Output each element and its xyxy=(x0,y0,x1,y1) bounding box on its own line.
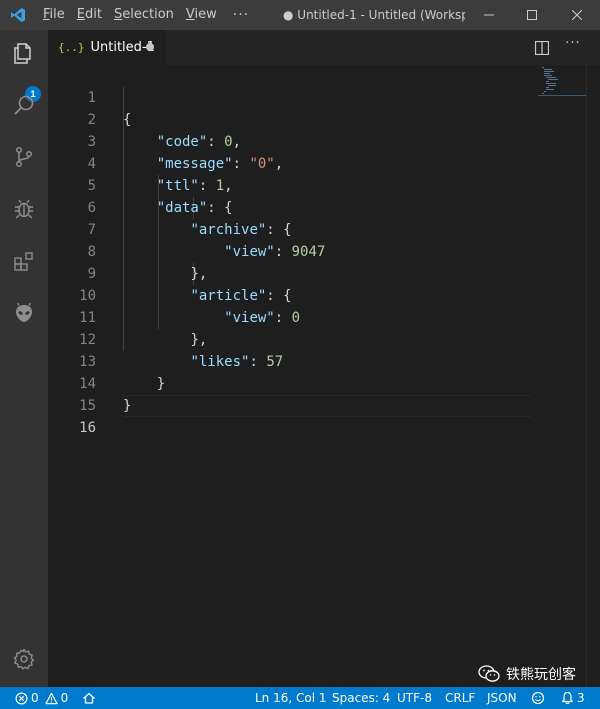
code-line: 15 xyxy=(48,373,530,414)
minimap[interactable] xyxy=(538,65,588,105)
menu-view-label: View xyxy=(185,7,217,22)
minimap-slider[interactable] xyxy=(538,95,586,96)
tab-untitled-1[interactable]: {..} Untitled-1 xyxy=(48,30,166,65)
window-title: ● Untitled-1 - Untitled (Worksp... xyxy=(283,8,465,22)
minimize-icon xyxy=(484,14,494,16)
menu-edit-label: Edit xyxy=(76,7,102,22)
code-line: 3 "message": "0", xyxy=(48,109,530,172)
menu-view[interactable]: View xyxy=(180,0,223,30)
menu-more-button[interactable]: ··· xyxy=(223,0,259,30)
code-line: 8 }, xyxy=(48,219,530,282)
language-mode[interactable]: JSON xyxy=(487,687,517,709)
maximize-icon xyxy=(527,10,537,20)
editor[interactable]: 1 { 2 "code": 0, 3 "message": "0", 4 "tt… xyxy=(48,65,600,687)
problems-indicator[interactable]: 0 0 xyxy=(15,687,68,709)
code-line: 4 "ttl": 1, xyxy=(48,131,530,194)
alien-icon[interactable] xyxy=(0,289,48,337)
bell-icon xyxy=(561,691,574,704)
settings-gear-icon[interactable] xyxy=(0,635,48,683)
more-actions-button[interactable]: ··· xyxy=(563,36,583,56)
remote-home-button[interactable] xyxy=(82,687,96,709)
line-number: 16 xyxy=(79,420,96,436)
close-button[interactable] xyxy=(554,0,600,30)
wechat-logo-icon xyxy=(478,665,500,682)
code-line: 7 "view": 9047 xyxy=(48,197,530,260)
code-line: 13 } xyxy=(48,329,530,392)
code-line: 12 "likes": 57 xyxy=(48,307,530,370)
menu-edit[interactable]: Edit xyxy=(71,0,108,30)
unsaved-dot-icon[interactable] xyxy=(146,43,154,51)
notification-count: 3 xyxy=(577,691,585,705)
code-line: 9 "article": { xyxy=(48,241,530,304)
code-line: 6 "archive": { xyxy=(48,175,530,238)
menu-file[interactable]: File xyxy=(37,0,71,30)
search-icon[interactable] xyxy=(0,81,48,129)
warning-count: 0 xyxy=(60,691,69,705)
maximize-button[interactable] xyxy=(509,0,555,30)
error-count: 0 xyxy=(31,691,39,705)
title-bar: File Edit Selection View ··· ● Untitled-… xyxy=(0,0,600,30)
close-icon xyxy=(572,10,582,20)
code-line: 2 "code": 0, xyxy=(48,87,530,150)
json-file-icon: {..} xyxy=(58,41,85,54)
watermark: 铁熊玩创客 xyxy=(478,663,576,685)
source-control-icon[interactable] xyxy=(0,133,48,181)
status-bar: 0 0 Ln 16, Col 1 Spaces: 4 UTF-8 CRLF JS… xyxy=(0,687,600,709)
code-line: 11 }, xyxy=(48,285,530,348)
extensions-icon[interactable] xyxy=(0,237,48,285)
code-line: 1 { xyxy=(48,65,530,128)
vertical-scrollbar[interactable] xyxy=(586,65,600,687)
feedback-button[interactable] xyxy=(531,687,545,709)
debug-icon[interactable] xyxy=(0,185,48,233)
menu-file-label: File xyxy=(43,7,65,22)
tab-bar: {..} Untitled-1 ··· xyxy=(48,30,600,65)
notifications-button[interactable]: 3 xyxy=(561,687,585,709)
warning-icon xyxy=(44,692,58,704)
vscode-logo-icon xyxy=(0,0,35,30)
split-editor-icon xyxy=(535,41,549,55)
encoding-setting[interactable]: UTF-8 xyxy=(397,687,432,709)
error-icon xyxy=(15,692,28,704)
indentation-setting[interactable]: Spaces: 4 xyxy=(332,687,390,709)
home-icon xyxy=(83,692,95,704)
code-line: 10 "view": 0 xyxy=(48,263,530,326)
menu-selection[interactable]: Selection xyxy=(108,0,180,30)
code-line-current: 16 xyxy=(48,395,530,436)
cursor-position[interactable]: Ln 16, Col 1 xyxy=(255,687,327,709)
split-editor-button[interactable] xyxy=(532,38,552,58)
watermark-text: 铁熊玩创客 xyxy=(506,667,576,683)
menu-selection-label: Selection xyxy=(113,7,174,22)
feedback-smiley-icon xyxy=(531,691,545,705)
code-line: 5 "data": { xyxy=(48,153,530,216)
minimize-button[interactable] xyxy=(466,0,512,30)
code-line: 14 } xyxy=(48,351,530,414)
eol-setting[interactable]: CRLF xyxy=(445,687,475,709)
activity-bar: 1 xyxy=(0,30,48,687)
explorer-icon[interactable] xyxy=(0,30,48,78)
